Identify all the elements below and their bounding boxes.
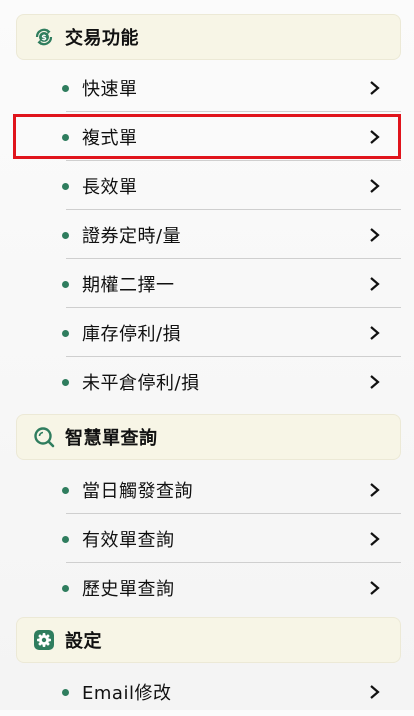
divider bbox=[66, 356, 401, 357]
section-title: 交易功能 bbox=[65, 28, 139, 49]
section-title: 設定 bbox=[65, 631, 102, 652]
menu-item-label: 當日觸發查詢 bbox=[82, 481, 193, 502]
chevron-right-icon bbox=[370, 685, 380, 699]
search-icon bbox=[33, 426, 55, 448]
menu-item-label: 有效單查詢 bbox=[82, 530, 175, 551]
chevron-right-icon bbox=[370, 179, 380, 193]
bullet-dot bbox=[62, 688, 69, 696]
divider bbox=[66, 160, 401, 161]
divider bbox=[66, 513, 401, 514]
menu-item-label: 期權二擇一 bbox=[82, 275, 175, 296]
divider bbox=[66, 111, 401, 112]
menu-item-label: 庫存停利/損 bbox=[82, 324, 182, 345]
menu-item-history-orders[interactable]: 歷史單查詢 bbox=[0, 564, 414, 612]
divider bbox=[66, 209, 401, 210]
menu-item-inventory-stop[interactable]: 庫存停利/損 bbox=[0, 309, 414, 357]
smart-order-menu: $ 交易功能 快速單 複式單 長效單 證券定時/量 期權二擇一 庫存停利/損 未… bbox=[0, 0, 414, 710]
section-header-settings[interactable]: 設定 bbox=[16, 617, 401, 663]
menu-item-active-orders[interactable]: 有效單查詢 bbox=[0, 515, 414, 563]
chevron-right-icon bbox=[370, 375, 380, 389]
menu-item-label: 快速單 bbox=[82, 79, 138, 100]
menu-item-open-position-stop[interactable]: 未平倉停利/損 bbox=[0, 358, 414, 406]
menu-item-label: 證券定時/量 bbox=[82, 226, 182, 247]
chevron-right-icon bbox=[370, 483, 380, 497]
menu-item-label: Email修改 bbox=[82, 683, 172, 704]
menu-item-triggered-today[interactable]: 當日觸發查詢 bbox=[0, 466, 414, 514]
chevron-right-icon bbox=[370, 532, 380, 546]
menu-item-label: 歷史單查詢 bbox=[82, 579, 175, 600]
chevron-right-icon bbox=[370, 81, 380, 95]
divider bbox=[66, 562, 401, 563]
bullet-dot bbox=[62, 535, 69, 543]
bullet-dot bbox=[62, 182, 69, 190]
svg-text:$: $ bbox=[41, 33, 47, 42]
selection-highlight bbox=[13, 114, 401, 159]
menu-item-label: 未平倉停利/損 bbox=[82, 373, 200, 394]
menu-item-timed-volume-order[interactable]: 證券定時/量 bbox=[0, 211, 414, 259]
chevron-right-icon bbox=[370, 581, 380, 595]
chevron-right-icon bbox=[370, 277, 380, 291]
section-header-trading[interactable]: $ 交易功能 bbox=[16, 14, 401, 60]
bullet-dot bbox=[62, 329, 69, 337]
gear-icon bbox=[33, 629, 55, 651]
dollar-refresh-icon: $ bbox=[33, 26, 55, 48]
menu-item-quick-order[interactable]: 快速單 bbox=[0, 64, 414, 112]
bullet-dot bbox=[62, 584, 69, 592]
bullet-dot bbox=[62, 84, 69, 92]
bullet-dot bbox=[62, 378, 69, 386]
section-title: 智慧單查詢 bbox=[65, 428, 158, 449]
divider bbox=[66, 307, 401, 308]
bullet-dot bbox=[62, 231, 69, 239]
menu-item-oco-order[interactable]: 期權二擇一 bbox=[0, 260, 414, 308]
chevron-right-icon bbox=[370, 326, 380, 340]
bullet-dot bbox=[62, 486, 69, 494]
chevron-right-icon bbox=[370, 228, 380, 242]
divider bbox=[66, 258, 401, 259]
menu-item-email-edit[interactable]: Email修改 bbox=[0, 668, 414, 716]
bullet-dot bbox=[62, 280, 69, 288]
menu-item-long-term-order[interactable]: 長效單 bbox=[0, 162, 414, 210]
menu-item-label: 長效單 bbox=[82, 177, 138, 198]
section-header-query[interactable]: 智慧單查詢 bbox=[16, 414, 401, 460]
